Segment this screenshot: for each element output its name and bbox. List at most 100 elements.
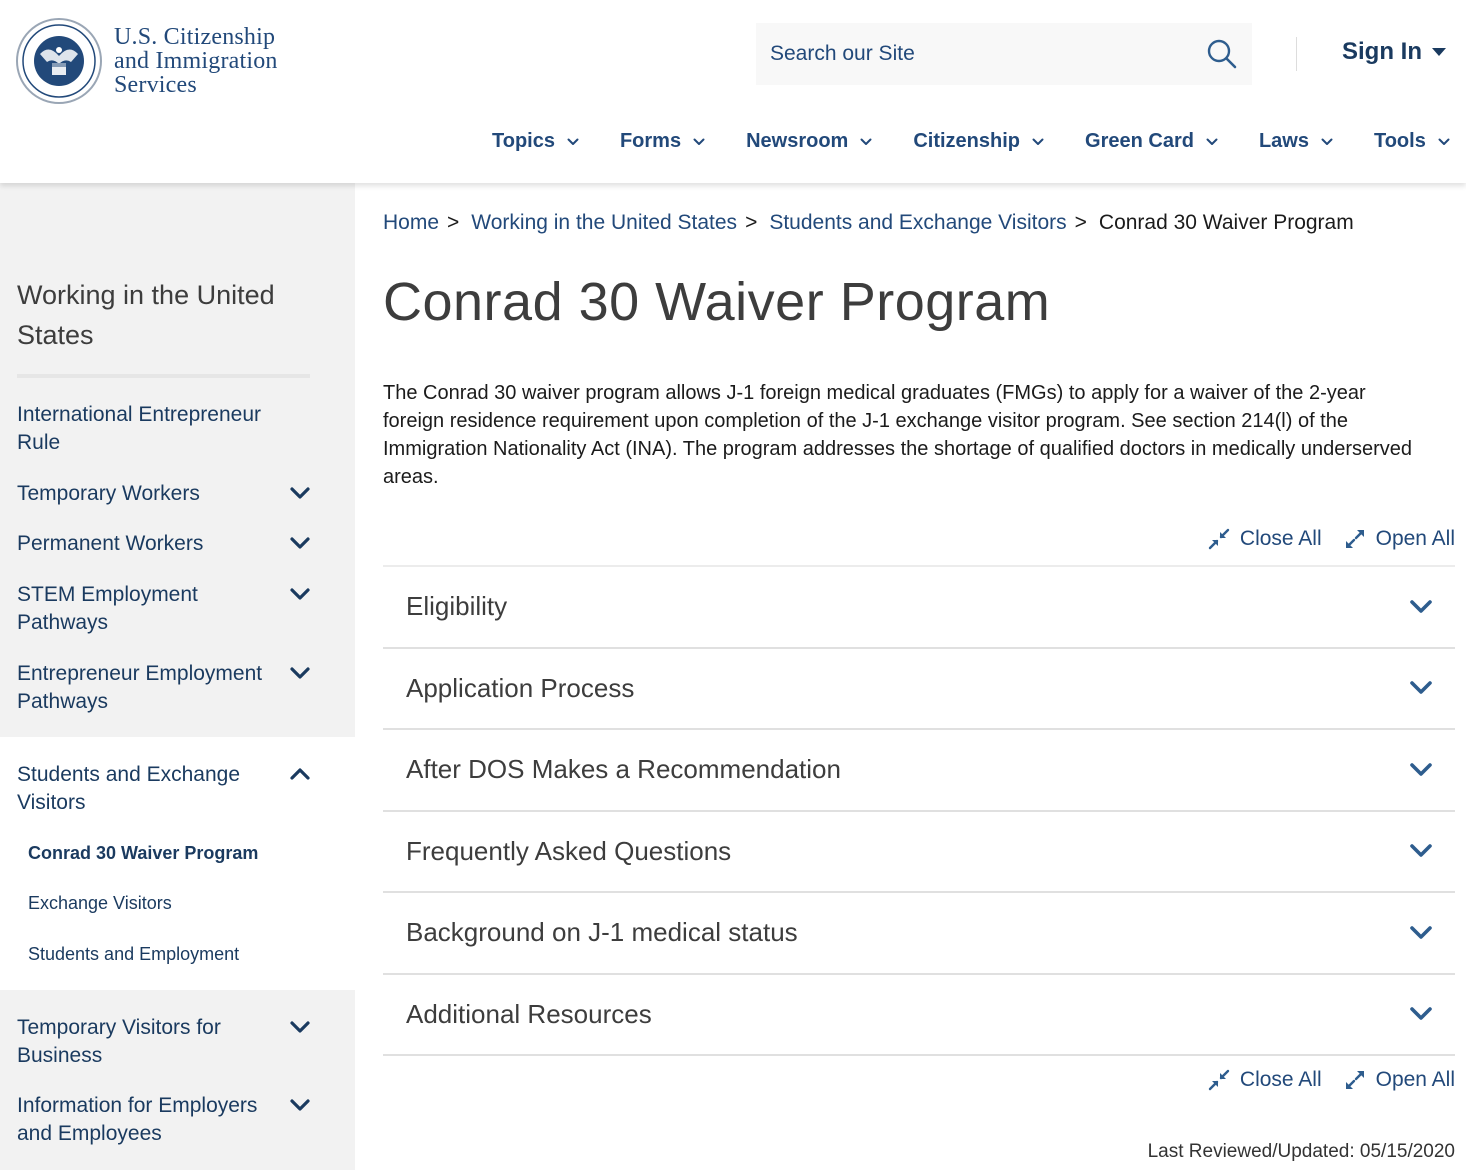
accordion-controls-top: Close All Open All [1186, 527, 1455, 551]
breadcrumb-separator: > [447, 211, 460, 234]
sidebar-item-entrepreneur-employment-pathways[interactable]: Entrepreneur Employment Pathways [17, 660, 337, 716]
accordion-item-additional-resources[interactable]: Additional Resources [383, 975, 1455, 1056]
chevron-down-icon[interactable] [289, 666, 311, 680]
chevron-down-icon[interactable] [289, 1020, 311, 1034]
main-nav: Topics Forms Newsroom Citizenship Green … [492, 130, 1466, 153]
accordion-item-after-dos-recommendation[interactable]: After DOS Makes a Recommendation [383, 730, 1455, 812]
chevron-down-icon [1438, 138, 1450, 145]
chevron-down-icon [1206, 138, 1218, 145]
sidebar-item-temporary-visitors-for-business[interactable]: Temporary Visitors for Business [17, 1014, 337, 1070]
sidebar-title: Working in the United States [17, 280, 275, 350]
sidebar-item-label: Information for Employers and Employees [17, 1094, 258, 1145]
nav-tools[interactable]: Tools [1374, 130, 1450, 153]
accordion-label: Frequently Asked Questions [406, 835, 732, 866]
agency-name-line: Services [114, 72, 197, 98]
intro-paragraph: The Conrad 30 waiver program allows J-1 … [383, 382, 1413, 488]
accordion-controls-bottom: Close All Open All [1186, 1068, 1455, 1092]
nav-label: Forms [619, 130, 682, 152]
sign-in-button[interactable]: Sign In [1342, 38, 1446, 66]
breadcrumb: Home > Working in the United States > St… [383, 211, 1354, 235]
dhs-seal-icon [16, 18, 102, 104]
nav-label: Topics [492, 130, 555, 152]
open-all-button[interactable]: Open All [1344, 527, 1455, 551]
chevron-down-icon [860, 138, 872, 145]
accordion-label: Application Process [406, 672, 635, 703]
sidebar-item-stem-employment-pathways[interactable]: STEM Employment Pathways [17, 581, 337, 637]
compress-icon [1208, 1069, 1230, 1091]
nav-label: Citizenship [913, 130, 1021, 152]
chevron-down-icon [1410, 844, 1432, 858]
page-title: Conrad 30 Waiver Program [383, 272, 1051, 332]
nav-green-card[interactable]: Green Card [1085, 130, 1218, 153]
nav-label: Tools [1373, 130, 1426, 152]
nav-citizenship[interactable]: Citizenship [913, 130, 1044, 153]
nav-label: Laws [1258, 130, 1309, 152]
chevron-down-icon [1321, 138, 1333, 145]
chevron-down-icon [1032, 138, 1044, 145]
sidebar-subitem-students-and-employment[interactable]: Students and Employment [28, 944, 239, 965]
nav-label: Green Card [1085, 130, 1194, 152]
expand-icon [1345, 530, 1364, 548]
last-reviewed: Last Reviewed/Updated: 05/15/2020 [1148, 1141, 1455, 1163]
chevron-down-icon [1410, 599, 1432, 613]
sidebar-item-information-for-employers-and-employees[interactable]: Information for Employers and Employees [17, 1092, 337, 1148]
sidebar-subitem-conrad-30-waiver-program[interactable]: Conrad 30 Waiver Program [28, 843, 258, 864]
site-header: U.S. Citizenship and Immigration Service… [0, 0, 1466, 183]
sign-in-label: Sign In [1342, 38, 1422, 65]
chevron-down-icon[interactable] [289, 486, 311, 500]
breadcrumb-home[interactable]: Home [383, 211, 439, 235]
caret-down-icon [1432, 48, 1446, 56]
sidebar-item-permanent-workers[interactable]: Permanent Workers [17, 530, 337, 558]
accordion-label: After DOS Makes a Recommendation [406, 754, 841, 785]
chevron-down-icon[interactable] [289, 1098, 311, 1112]
site-search [756, 23, 1252, 85]
open-all-label: Open All [1375, 527, 1455, 550]
breadcrumb-separator: > [745, 211, 758, 234]
nav-label: Newsroom [746, 130, 849, 152]
chevron-down-icon [1410, 1007, 1432, 1021]
sidebar-item-students-and-exchange-visitors[interactable]: Students and Exchange Visitors [17, 761, 337, 817]
accordion-label: Additional Resources [406, 998, 652, 1029]
sidebar-item-label: Temporary Visitors for Business [17, 1016, 221, 1067]
open-all-button[interactable]: Open All [1344, 1068, 1455, 1092]
search-icon[interactable] [1206, 38, 1238, 70]
close-all-button[interactable]: Close All [1208, 527, 1322, 551]
sidebar-subitem-exchange-visitors[interactable]: Exchange Visitors [28, 893, 172, 914]
sidebar-item-international-entrepreneur-rule[interactable]: International Entrepreneur Rule [17, 401, 337, 457]
breadcrumb-separator: > [1074, 211, 1087, 234]
accordion-item-faq[interactable]: Frequently Asked Questions [383, 812, 1455, 893]
agency-name-line: and Immigration [114, 48, 278, 74]
accordion-label: Background on J-1 medical status [406, 917, 798, 948]
chevron-down-icon [1410, 762, 1432, 776]
chevron-down-icon[interactable] [289, 587, 311, 601]
sidebar: Working in the United States Internation… [0, 183, 355, 1170]
last-reviewed-label: Last Reviewed/Updated: [1147, 1141, 1355, 1162]
close-all-label: Close All [1239, 1068, 1322, 1091]
breadcrumb-students-exchange-visitors[interactable]: Students and Exchange Visitors [769, 211, 1066, 235]
chevron-down-icon [1410, 925, 1432, 939]
nav-forms[interactable]: Forms [620, 130, 705, 153]
compress-icon [1208, 528, 1230, 550]
search-input[interactable] [770, 42, 1190, 66]
expand-icon [1345, 1071, 1364, 1089]
breadcrumb-working-in-the-us[interactable]: Working in the United States [471, 211, 737, 235]
sidebar-item-label: Entrepreneur Employment Pathways [17, 662, 263, 713]
chevron-down-icon[interactable] [289, 536, 311, 550]
uscis-logo[interactable]: U.S. Citizenship and Immigration Service… [16, 18, 278, 104]
nav-laws[interactable]: Laws [1259, 130, 1333, 153]
sidebar-item-temporary-workers[interactable]: Temporary Workers [17, 480, 337, 508]
chevron-down-icon [1410, 681, 1432, 695]
close-all-button[interactable]: Close All [1208, 1068, 1322, 1092]
nav-newsroom[interactable]: Newsroom [746, 130, 872, 153]
open-all-label: Open All [1375, 1068, 1455, 1091]
sidebar-item-label: Permanent Workers [17, 532, 204, 555]
accordion-item-eligibility[interactable]: Eligibility [383, 567, 1455, 649]
chevron-up-icon[interactable] [289, 767, 311, 781]
chevron-down-icon [693, 138, 705, 145]
header-divider [1296, 37, 1297, 71]
nav-topics[interactable]: Topics [492, 130, 579, 153]
accordion-item-background-j1-medical[interactable]: Background on J-1 medical status [383, 893, 1455, 975]
chevron-down-icon [567, 138, 579, 145]
agency-name: U.S. Citizenship and Immigration Service… [114, 25, 278, 97]
accordion-item-application-process[interactable]: Application Process [383, 649, 1455, 730]
